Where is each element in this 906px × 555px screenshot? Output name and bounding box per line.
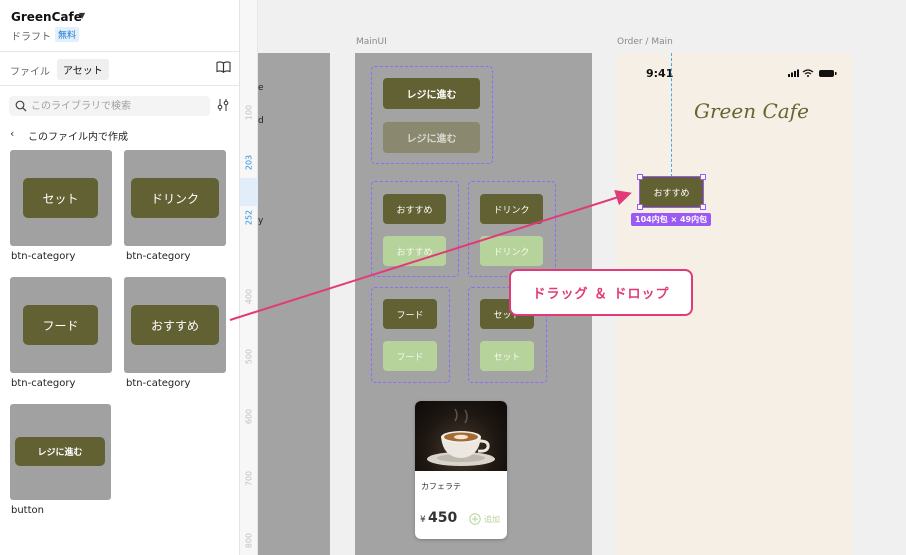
asset-button-preview: おすすめ (131, 305, 219, 345)
frame-text-fragment: y (258, 216, 264, 226)
frame-text-fragment: d (258, 116, 264, 126)
search-box[interactable] (9, 96, 210, 116)
tab-file[interactable]: ファイル (10, 63, 50, 78)
plan-badge: 無料 (55, 27, 80, 42)
project-status: ドラフト (11, 32, 51, 43)
category-button-recommend[interactable]: おすすめ (383, 194, 446, 224)
status-bar-icons (788, 69, 837, 77)
resize-handle[interactable] (700, 204, 706, 210)
asset-button-preview: ドリンク (131, 178, 219, 218)
currency-symbol: ¥ (420, 515, 426, 525)
back-chevron-icon[interactable]: ‹ (10, 127, 14, 140)
asset-label: btn-category (11, 378, 76, 389)
coffee-cup-image (427, 408, 495, 466)
category-button-drink-inactive[interactable]: ドリンク (480, 236, 543, 266)
search-input[interactable] (31, 98, 206, 114)
signal-icon (788, 69, 799, 77)
tab-assets[interactable]: アセット (57, 59, 109, 80)
ruler-tick: 100 (244, 104, 254, 121)
asset-thumbnail-food[interactable]: フード (10, 277, 112, 373)
frame-text-fragment: e (258, 83, 264, 93)
category-button-set-inactive[interactable]: セット (480, 341, 534, 371)
asset-button-preview: セット (23, 178, 98, 218)
ruler-tick: 500 (244, 348, 254, 365)
divider (0, 51, 240, 52)
asset-thumbnail-set[interactable]: セット (10, 150, 112, 246)
asset-label: button (11, 505, 44, 516)
checkout-button[interactable]: レジに進む (383, 78, 480, 109)
ruler-tick: 700 (244, 470, 254, 487)
book-icon[interactable] (216, 61, 231, 73)
product-card[interactable]: カフェラテ ¥ 450 追加 (415, 401, 507, 539)
product-name: カフェラテ (421, 482, 461, 491)
section-title: このファイル内で作成 (28, 132, 128, 143)
divider (0, 85, 240, 86)
offscreen-frame[interactable] (258, 53, 330, 555)
ruler-selection-highlight (240, 178, 258, 206)
category-button-food-inactive[interactable]: フード (383, 341, 437, 371)
asset-button-preview: フード (23, 305, 98, 345)
add-label[interactable]: 追加 (484, 514, 500, 525)
checkout-button-disabled[interactable]: レジに進む (383, 122, 480, 153)
category-button-recommend-inactive[interactable]: おすすめ (383, 236, 446, 266)
asset-button-preview: レジに進む (15, 437, 105, 466)
adjustments-icon[interactable] (216, 98, 230, 112)
drag-drop-callout: ドラッグ ＆ ドロップ (509, 269, 693, 316)
assets-panel: GreenCafe ▼ ドラフト 無料 ファイル アセット ‹ このファイル内で… (0, 0, 240, 555)
ruler-tick: 400 (244, 288, 254, 305)
asset-label: btn-category (126, 378, 191, 389)
asset-thumbnail-drink[interactable]: ドリンク (124, 150, 226, 246)
chevron-down-icon[interactable]: ▼ (79, 11, 85, 20)
status-bar-time: 9:41 (646, 67, 674, 80)
asset-label: btn-category (126, 251, 191, 262)
frame-label-mainui[interactable]: MainUI (356, 37, 387, 47)
ruler-tick: 252 (244, 209, 254, 226)
ruler-tick: 600 (244, 408, 254, 425)
asset-thumbnail-recommend[interactable]: おすすめ (124, 277, 226, 373)
category-button-drink[interactable]: ドリンク (480, 194, 543, 224)
project-name[interactable]: GreenCafe (11, 10, 82, 24)
wifi-icon (802, 69, 814, 77)
ruler-tick: 800 (244, 532, 254, 549)
brand-logo: Green Cafe (694, 99, 809, 123)
plus-circle-icon[interactable] (469, 513, 481, 525)
search-icon (15, 100, 27, 112)
dimension-badge: 104内包 × 49内包 (631, 213, 712, 226)
asset-label: btn-category (11, 251, 76, 262)
resize-handle[interactable] (700, 174, 706, 180)
frame-label-order-main[interactable]: Order / Main (617, 37, 673, 47)
dropped-category-button[interactable]: おすすめ (639, 176, 704, 208)
asset-thumbnail-checkout[interactable]: レジに進む (10, 404, 111, 500)
ruler-tick: 203 (244, 154, 254, 171)
resize-handle[interactable] (637, 174, 643, 180)
product-price: 450 (428, 510, 458, 526)
resize-handle[interactable] (637, 204, 643, 210)
product-image (415, 401, 507, 471)
category-button-food[interactable]: フード (383, 299, 437, 329)
alignment-guide (671, 53, 672, 177)
battery-icon (819, 70, 837, 77)
